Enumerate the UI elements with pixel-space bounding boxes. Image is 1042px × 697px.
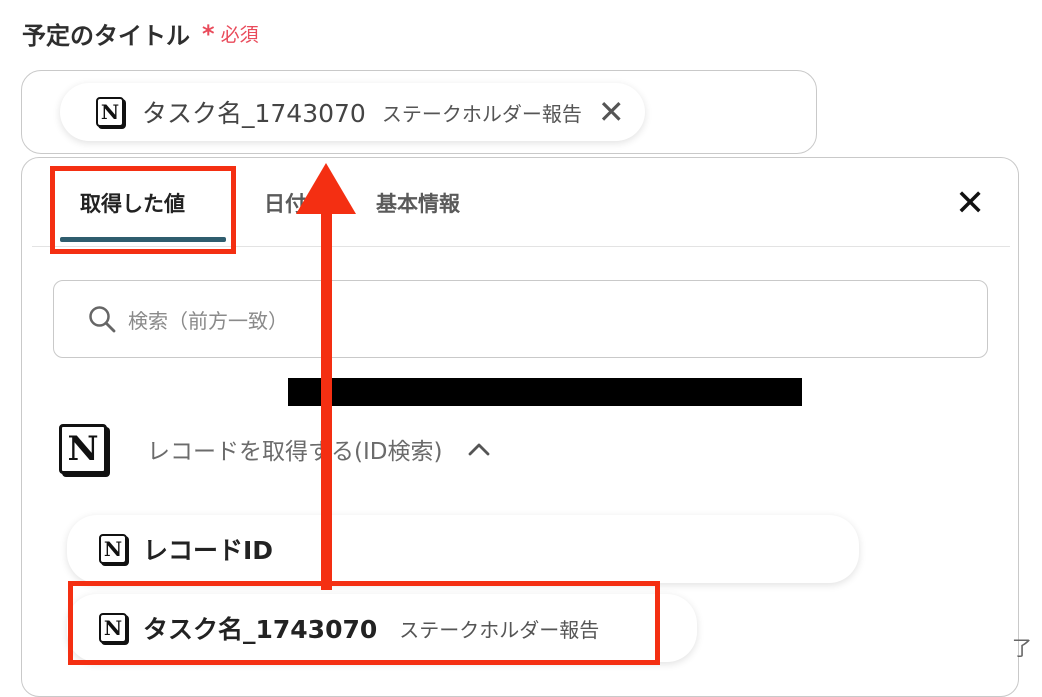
arrow-shaft (321, 210, 332, 590)
annotation-arrow (296, 163, 356, 590)
arrow-head (296, 163, 356, 214)
